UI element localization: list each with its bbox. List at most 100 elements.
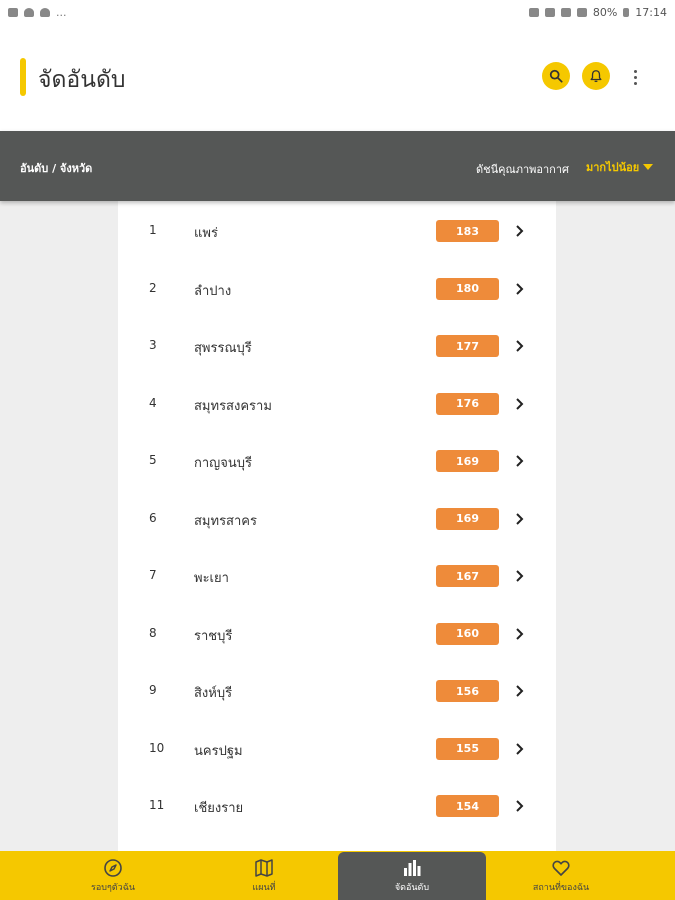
chevron-right-icon (516, 570, 524, 582)
rank-number: 2 (149, 280, 157, 295)
cloud-icon (40, 7, 50, 17)
rank-number: 10 (149, 740, 165, 755)
more-vert-dot (633, 75, 637, 79)
ranking-row[interactable]: 8 ราชบุรี 160 (118, 604, 556, 662)
aqi-badge: 177 (436, 335, 499, 357)
ranking-row[interactable]: 7 พะเยา 167 (118, 546, 556, 604)
page-title: จัดอันดับ (38, 67, 126, 93)
bar-chart-icon (404, 860, 421, 876)
heart-icon (552, 860, 570, 876)
bag-icon (24, 7, 34, 17)
breadcrumb: อันดับ / จังหวัด (20, 162, 93, 175)
nav-map[interactable]: แผนที่ (190, 851, 338, 900)
province-name: สมุทรสงคราม (194, 398, 272, 414)
ranking-row[interactable]: 1 แพร่ 183 (118, 201, 556, 259)
ranking-header: อันดับ / จังหวัด ดัชนีคุณภาพอากาศ มากไปน… (0, 131, 675, 201)
chevron-right-icon (516, 742, 524, 755)
nav-my-places[interactable]: สถานที่ของฉัน (486, 851, 636, 900)
signal-icon (576, 7, 587, 17)
wifi-icon (560, 7, 571, 17)
clock: 17:14 (635, 5, 667, 19)
rank-number: 8 (149, 625, 157, 640)
province-name: เชียงราย (194, 801, 244, 816)
rank-number: 9 (149, 683, 157, 697)
battery-icon (623, 7, 630, 17)
app-bar: จัดอันดับ (0, 24, 675, 131)
province-name: สิงห์บุรี (194, 686, 233, 701)
battery-level: 80% (592, 5, 618, 19)
chevron-right-icon (516, 340, 524, 352)
bell-icon (590, 70, 602, 83)
bottom-navigation: รอบๆตัวฉัน แผนที่ จัดอันดับ สถานที่ของฉั… (0, 851, 675, 900)
ranking-row[interactable]: 2 ลำปาง 180 (118, 259, 556, 317)
more-notifications: ... (56, 5, 67, 19)
aqi-badge: 154 (436, 795, 499, 817)
aqi-badge: 169 (436, 507, 499, 530)
title-accent-bar (20, 58, 26, 96)
more-vert-dot (633, 81, 637, 85)
rank-number: 11 (149, 798, 165, 812)
province-name: พะเยา (194, 571, 229, 586)
chevron-right-icon (516, 800, 524, 812)
ranking-row[interactable]: 10 นครปฐม 155 (118, 719, 556, 777)
aqi-badge: 183 (436, 220, 499, 242)
ranking-row[interactable]: 11 เชียงราย 154 (118, 776, 556, 834)
nav-label: แผนที่ (252, 882, 276, 893)
rank-number: 3 (149, 338, 157, 352)
aqi-badge: 167 (436, 565, 499, 587)
province-name: แพร่ (194, 226, 218, 241)
mute-icon (544, 7, 555, 17)
caret-down-icon (643, 164, 654, 170)
ranking-row[interactable]: 4 สมุทรสงคราม 176 (118, 374, 556, 432)
rank-number: 5 (149, 453, 157, 467)
more-vert-icon (633, 69, 637, 73)
chevron-right-icon (516, 627, 524, 640)
nav-ranking[interactable]: จัดอันดับ (338, 852, 486, 900)
rank-number: 1 (149, 223, 157, 237)
aqi-badge: 180 (436, 277, 499, 300)
ranking-row[interactable]: 3 สุพรรณบุรี 177 (118, 316, 556, 374)
alarm-icon (528, 7, 539, 17)
province-name: นครปฐม (194, 743, 243, 759)
more-options-button[interactable] (625, 64, 645, 90)
aqi-badge: 160 (436, 622, 499, 645)
ranking-row[interactable]: 5 กาญจนบุรี 169 (118, 431, 556, 489)
aqi-badge: 156 (436, 680, 499, 702)
chevron-right-icon (516, 512, 524, 525)
compass-icon (104, 858, 122, 877)
province-name: สุพรรณบุรี (194, 341, 252, 356)
province-name: สมุทรสาคร (194, 513, 257, 529)
rank-number: 7 (149, 568, 157, 582)
status-left: ... (8, 6, 67, 19)
aqi-badge: 176 (436, 392, 499, 415)
province-name: กาญจนบุรี (194, 456, 252, 471)
aqi-badge: 169 (436, 450, 499, 472)
ranking-row[interactable]: 6 สมุทรสาคร 169 (118, 489, 556, 547)
nav-label: จัดอันดับ (394, 883, 430, 893)
chevron-right-icon (516, 397, 524, 410)
nav-label: รอบๆตัวฉัน (91, 882, 135, 893)
chevron-right-icon (516, 455, 524, 467)
gallery-icon (8, 7, 18, 17)
nav-label: สถานที่ของฉัน (532, 882, 590, 893)
sort-order-label: มากไปน้อย (586, 161, 640, 174)
status-bar: ... 80% 17:14 (0, 0, 675, 24)
map-icon (255, 858, 273, 877)
search-button[interactable] (542, 62, 570, 90)
nav-around-me[interactable]: รอบๆตัวฉัน (38, 851, 188, 900)
rank-number: 6 (149, 510, 157, 525)
status-right: 80% 17:14 (528, 5, 667, 19)
ranking-list: 1 แพร่ 183 2 ลำปาง 180 3 สุพรรณบุรี 1 77 … (118, 201, 556, 851)
chevron-right-icon (516, 685, 524, 697)
chevron-right-icon (516, 282, 524, 295)
chevron-right-icon (516, 225, 524, 237)
province-name: ลำปาง (194, 283, 232, 299)
sort-order-dropdown[interactable]: มากไปน้อย (586, 158, 654, 176)
aqi-badge: 155 (436, 737, 499, 760)
index-label: ดัชนีคุณภาพอากาศ (476, 163, 569, 176)
province-name: ราชบุรี (194, 628, 233, 644)
search-icon (549, 69, 563, 83)
ranking-row[interactable]: 9 สิงห์บุรี 156 (118, 661, 556, 719)
notifications-button[interactable] (582, 62, 610, 90)
rank-number: 4 (149, 395, 157, 410)
